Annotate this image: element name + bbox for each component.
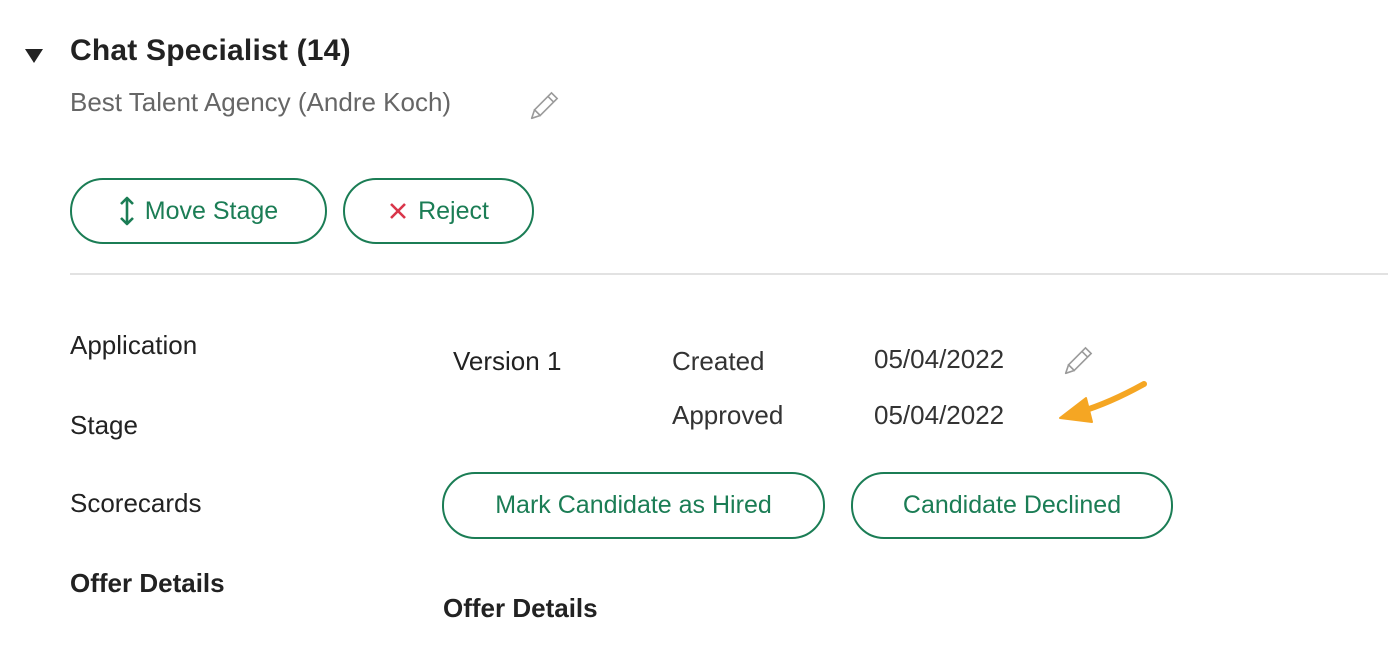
candidate-declined-button[interactable]: Candidate Declined: [851, 472, 1173, 539]
offer-version: Version 1: [453, 346, 562, 376]
approved-label: Approved: [672, 400, 784, 430]
move-stage-label: Move Stage: [144, 196, 279, 225]
candidate-job-panel: Chat Specialist (14) Best Talent Agency …: [0, 0, 1388, 646]
created-date: 05/04/2022: [874, 344, 1005, 374]
candidate-declined-label: Candidate Declined: [902, 491, 1122, 519]
job-title: Chat Specialist (14): [70, 34, 351, 67]
close-icon: [390, 203, 406, 219]
mark-hired-button[interactable]: Mark Candidate as Hired: [442, 472, 825, 539]
sidebar-item-scorecards[interactable]: Scorecards: [70, 488, 202, 519]
created-label: Created: [672, 346, 765, 376]
caret-down-icon[interactable]: [24, 47, 44, 65]
vertical-arrows-icon: [119, 196, 134, 226]
sidebar-item-offer-details[interactable]: Offer Details: [70, 568, 225, 599]
move-stage-button[interactable]: Move Stage: [70, 178, 327, 244]
divider: [70, 273, 1388, 275]
arrow-annotation-icon: [1059, 381, 1147, 423]
agency-source: Best Talent Agency (Andre Koch): [70, 87, 452, 117]
pencil-icon[interactable]: [524, 88, 562, 126]
reject-label: Reject: [418, 196, 489, 225]
mark-hired-label: Mark Candidate as Hired: [495, 491, 772, 519]
reject-button[interactable]: Reject: [343, 178, 534, 244]
sidebar-item-application[interactable]: Application: [70, 330, 197, 361]
approved-date: 05/04/2022: [874, 400, 1005, 430]
offer-details-heading: Offer Details: [443, 593, 598, 623]
sidebar-item-stage[interactable]: Stage: [70, 410, 138, 441]
